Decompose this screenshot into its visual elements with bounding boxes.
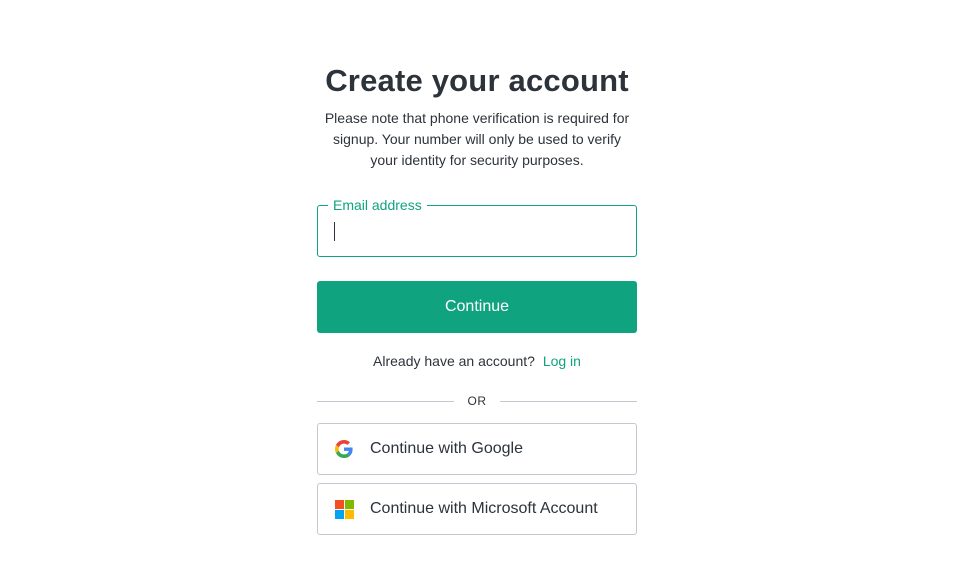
continue-button[interactable]: Continue bbox=[317, 281, 637, 333]
divider-line-right bbox=[500, 400, 637, 402]
microsoft-signin-label: Continue with Microsoft Account bbox=[370, 500, 598, 517]
email-field[interactable]: Email address bbox=[317, 195, 637, 257]
signup-card: Create your account Please note that pho… bbox=[317, 60, 637, 535]
email-input[interactable] bbox=[318, 206, 636, 256]
phone-verification-notice: Please note that phone verification is r… bbox=[324, 110, 630, 168]
text-cursor bbox=[334, 222, 335, 241]
microsoft-logo-icon bbox=[334, 499, 354, 519]
google-logo-icon bbox=[334, 439, 354, 459]
login-link[interactable]: Log in bbox=[543, 353, 581, 369]
login-prompt: Already have an account? bbox=[373, 353, 535, 369]
signup-page: Create your account Please note that pho… bbox=[0, 0, 955, 584]
microsoft-signin-button[interactable]: Continue with Microsoft Account bbox=[317, 483, 637, 535]
or-divider: OR bbox=[317, 391, 637, 411]
divider-line-left bbox=[317, 400, 454, 402]
divider-text: OR bbox=[467, 394, 487, 408]
google-signin-label: Continue with Google bbox=[370, 440, 523, 457]
page-title: Create your account bbox=[325, 63, 629, 98]
google-signin-button[interactable]: Continue with Google bbox=[317, 423, 637, 475]
login-row: Already have an account? Log in bbox=[317, 351, 637, 371]
